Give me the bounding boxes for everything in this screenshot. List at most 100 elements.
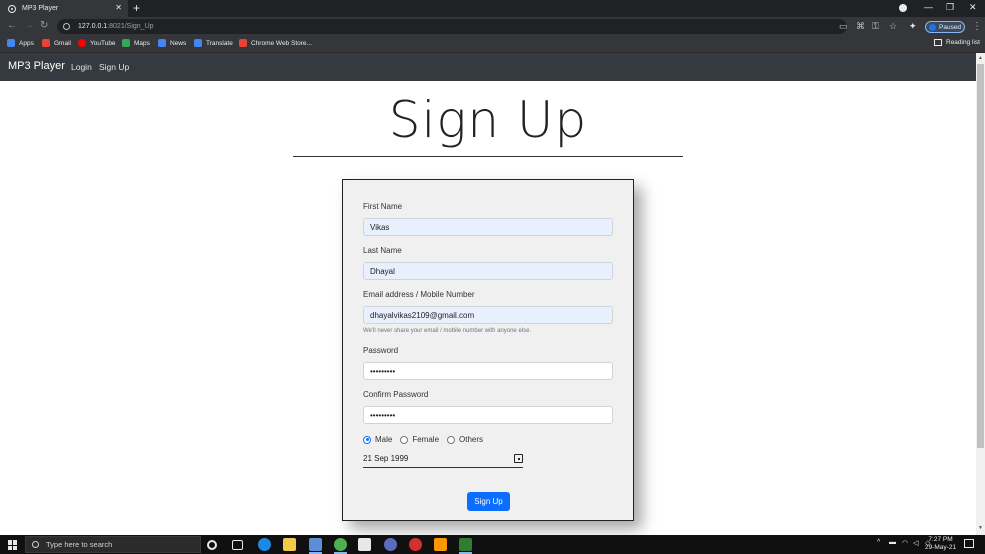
tray-app-icon[interactable]: ▬ (889, 539, 896, 546)
last-name-label: Last Name (363, 246, 402, 255)
avatar (929, 23, 936, 31)
browser-title-bar: MP3 Player ✕ + — ❐ ✕ (0, 0, 985, 17)
email-field[interactable]: dhayalvikas2109@gmail.com (363, 306, 613, 324)
file-explorer-icon[interactable] (283, 538, 296, 551)
bookmark-label: News (170, 39, 187, 47)
reload-icon[interactable]: ↻ (40, 20, 48, 31)
news-icon (158, 39, 166, 47)
record-icon[interactable] (899, 4, 907, 12)
edge-icon[interactable] (258, 538, 271, 551)
vlc-icon[interactable] (434, 538, 447, 551)
store-icon[interactable] (358, 538, 371, 551)
nav-link-login[interactable]: Login (71, 62, 92, 72)
task-view-icon[interactable] (232, 540, 243, 550)
bookmark-translate[interactable]: Translate (194, 39, 233, 47)
password-field[interactable]: ••••••••• (363, 362, 613, 380)
sign-up-button[interactable]: Sign Up (467, 492, 510, 511)
gmail-icon (42, 39, 50, 47)
bookmark-news[interactable]: News (158, 39, 186, 47)
minimize-icon[interactable]: — (924, 2, 933, 12)
web-page: MP3 Player Login Sign Up Sign Up First N… (0, 53, 976, 535)
calendar-icon[interactable] (514, 454, 523, 463)
first-name-label: First Name (363, 202, 403, 211)
cast-icon[interactable]: ▭ (839, 21, 848, 32)
bookmark-star-icon[interactable]: ☆ (889, 21, 897, 32)
password-key-icon[interactable]: ⚿ (872, 21, 879, 32)
bookmark-web-store[interactable]: Chrome Web Store... (239, 39, 312, 47)
bookmarks-bar: Apps Gmail YouTube Maps News Translate C… (0, 36, 985, 53)
windows-start-icon[interactable] (8, 540, 18, 550)
gender-option-label: Female (412, 435, 440, 444)
gender-option-male[interactable]: Male (363, 435, 392, 444)
search-icon (32, 541, 39, 548)
reading-list-label: Reading list (946, 39, 980, 46)
mail-icon[interactable] (309, 538, 322, 554)
navbar-brand[interactable]: MP3 Player (8, 60, 65, 72)
menu-kebab-icon[interactable]: ⋮ (972, 21, 982, 32)
radio-unchecked-icon[interactable] (400, 435, 409, 444)
date-of-birth-field[interactable]: 21 Sep 1999 (363, 454, 523, 468)
url-path: :8021/Sign_Up (107, 23, 154, 30)
radio-checked-icon[interactable] (363, 435, 371, 444)
address-bar[interactable]: 127.0.0.1 :8021/Sign_Up (57, 19, 847, 34)
bookmark-label: YouTube (90, 39, 116, 47)
password-value: ••••••••• (370, 366, 396, 376)
notification-center-icon[interactable] (964, 539, 974, 548)
taskbar-clock[interactable]: 7:27 PM 29-May-21 (925, 536, 956, 552)
gender-option-label: Male (375, 435, 393, 444)
clock-time: 7:27 PM (928, 536, 953, 543)
radio-unchecked-icon[interactable] (447, 435, 456, 444)
nav-link-sign-up[interactable]: Sign Up (99, 62, 129, 72)
last-name-field[interactable]: Dhayal (363, 262, 613, 280)
bookmark-gmail[interactable]: Gmail (42, 39, 71, 47)
tray-chevron-icon[interactable]: ^ (877, 539, 880, 546)
new-tab-icon[interactable]: + (133, 1, 140, 15)
password-label: Password (363, 346, 399, 355)
page-scrollbar[interactable]: ▲ ▼ (976, 53, 985, 535)
clock-date: 29-May-21 (925, 544, 957, 551)
restore-icon[interactable]: ❐ (946, 2, 954, 13)
signup-form-card: First Name Vikas Last Name Dhayal Email … (342, 179, 634, 521)
wifi-icon[interactable]: ◠ (902, 539, 908, 547)
confirm-password-field[interactable]: ••••••••• (363, 406, 613, 424)
scroll-up-icon[interactable]: ▲ (978, 55, 983, 61)
web-store-icon (239, 39, 247, 47)
gender-option-female[interactable]: Female (400, 435, 439, 444)
bookmark-label: Translate (206, 39, 233, 47)
date-of-birth-value: 21 Sep 1999 (363, 454, 409, 463)
opera-icon[interactable] (409, 538, 422, 551)
page-title: Sign Up (388, 91, 588, 149)
tab-close-icon[interactable]: ✕ (115, 3, 122, 12)
qr-code-icon[interactable]: ⌘ (856, 21, 865, 32)
extensions-icon[interactable]: ✦ (909, 21, 917, 32)
browser-tab[interactable]: MP3 Player ✕ (0, 0, 128, 17)
teams-icon[interactable] (384, 538, 397, 551)
chrome-icon[interactable] (334, 538, 347, 554)
profile-button[interactable]: Paused (925, 21, 965, 33)
gender-radio-group: Male Female Others (363, 435, 491, 444)
cortana-icon[interactable] (207, 540, 217, 550)
window-close-icon[interactable]: ✕ (969, 2, 977, 13)
taskbar-search-placeholder: Type here to search (46, 540, 113, 549)
email-help-text: We'll never share your email / mobile nu… (363, 328, 532, 334)
bookmark-maps[interactable]: Maps (122, 39, 150, 47)
pycharm-icon[interactable] (459, 538, 472, 554)
scrollbar-thumb[interactable] (977, 64, 984, 448)
bookmark-youtube[interactable]: YouTube (78, 39, 116, 47)
tab-title: MP3 Player (22, 5, 59, 12)
bookmark-apps[interactable]: Apps (7, 39, 34, 47)
reading-list-button[interactable]: Reading list (934, 39, 980, 46)
scroll-down-icon[interactable]: ▼ (978, 525, 983, 531)
back-icon[interactable]: ← (7, 20, 17, 31)
gender-option-others[interactable]: Others (447, 435, 483, 444)
taskbar-search-box[interactable]: Type here to search (25, 536, 201, 553)
bookmark-label: Gmail (54, 39, 71, 47)
youtube-icon (78, 39, 86, 47)
first-name-field[interactable]: Vikas (363, 218, 613, 236)
gender-option-label: Others (459, 435, 484, 444)
volume-icon[interactable]: ◁ (913, 539, 918, 547)
forward-icon[interactable]: → (24, 20, 34, 31)
site-info-icon[interactable] (63, 23, 70, 30)
apps-grid-icon (7, 39, 15, 47)
confirm-password-value: ••••••••• (370, 410, 396, 420)
